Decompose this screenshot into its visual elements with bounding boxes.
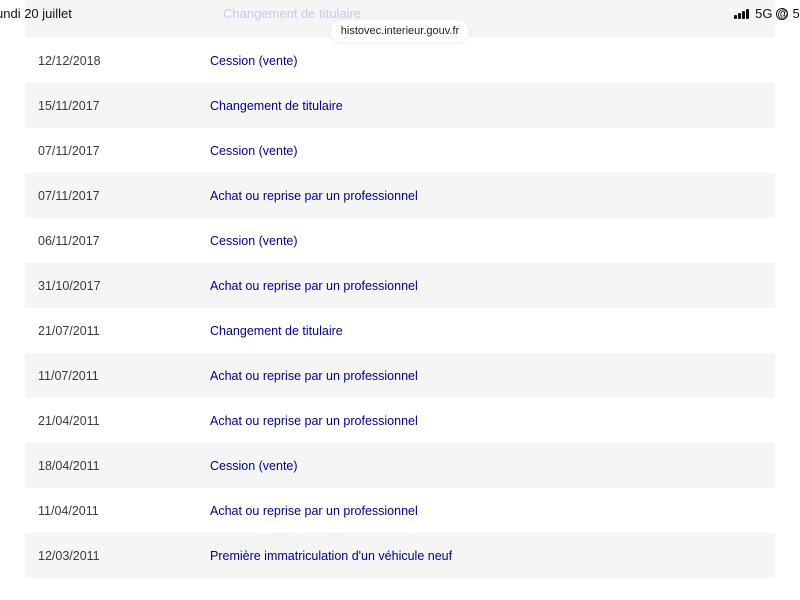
table-row: 31/10/2017 Achat ou reprise par un profes… <box>25 263 775 308</box>
status-indicators: 5G @ 5( <box>734 6 800 21</box>
event-label: Cession (vente) <box>210 458 298 473</box>
event-label: Achat ou reprise par un professionnel <box>210 413 418 428</box>
event-date: 18/04/2011 <box>38 458 100 473</box>
event-date: 11/04/2011 <box>38 503 99 518</box>
event-label: Achat ou reprise par un professionnel <box>210 368 418 383</box>
event-label: Achat ou reprise par un professionnel <box>210 278 418 293</box>
event-label: Première immatriculation d'un véhicule n… <box>210 548 453 563</box>
event-date: 21/04/2011 <box>38 413 100 428</box>
table-row: 07/11/2017 Cession (vente) <box>25 128 775 173</box>
event-label: Cession (vente) <box>210 233 298 248</box>
event-date: 07/11/2017 <box>38 143 100 158</box>
event-date: 06/11/2017 <box>38 233 100 248</box>
table-row: 07/11/2017 Achat ou reprise par un profes… <box>25 173 775 218</box>
event-date: 11/07/2011 <box>38 368 99 383</box>
table-row: 18/04/2011 Cession (vente) <box>25 443 775 488</box>
event-label: Cession (vente) <box>210 53 298 68</box>
event-date: 12/03/2011 <box>38 548 100 563</box>
event-label: Changement de titulaire <box>210 323 343 338</box>
url-bar[interactable]: histovec.interieur.gouv.fr <box>330 20 470 42</box>
table-row: 12/03/2011 Première immatriculation d'un … <box>25 533 775 578</box>
event-label: Changement de titulaire <box>210 98 343 113</box>
table-row: 11/04/2011 Achat ou reprise par un profes… <box>25 488 775 533</box>
histovec-page: Changement de titulaire undi 20 juillet … <box>0 0 800 600</box>
event-date: 15/11/2017 <box>38 98 100 113</box>
network-type: 5G <box>755 6 773 21</box>
table-row: 11/07/2011 Achat ou reprise par un profes… <box>25 353 775 398</box>
event-date: 21/07/2011 <box>38 323 100 338</box>
table-row: 06/11/2017 Cession (vente) <box>25 218 775 263</box>
event-label: Achat ou reprise par un professionnel <box>210 503 418 518</box>
table-row: 21/07/2011 Changement de titulaire <box>25 308 775 353</box>
event-label: Achat ou reprise par un professionnel <box>210 188 418 203</box>
cellular-signal-icon <box>734 8 750 19</box>
lock-rotation-icon: @ <box>776 7 789 20</box>
battery-percent: 5( <box>792 6 800 21</box>
table-row: 15/11/2017 Changement de titulaire <box>25 83 775 128</box>
event-label: Cession (vente) <box>210 143 298 158</box>
url-text: histovec.interieur.gouv.fr <box>340 25 460 37</box>
table-row: 12/12/2018 Cession (vente) <box>25 38 775 83</box>
status-date: undi 20 juillet <box>0 6 72 21</box>
table-row: 21/04/2011 Achat ou reprise par un profes… <box>25 398 775 443</box>
event-date: 31/10/2017 <box>38 278 101 293</box>
event-date: 12/12/2018 <box>38 53 101 68</box>
history-table: 12/12/2018 Cession (vente) 15/11/2017 Chang… <box>25 38 775 578</box>
event-date: 07/11/2017 <box>38 188 100 203</box>
